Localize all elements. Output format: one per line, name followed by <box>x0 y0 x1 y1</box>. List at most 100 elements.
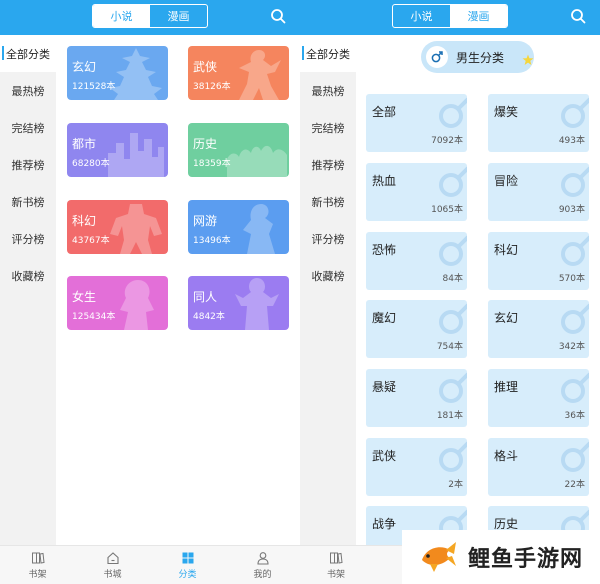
genre-name: 格斗 <box>494 449 519 463</box>
category-count: 18359本 <box>193 159 231 169</box>
genre-count: 22本 <box>564 480 585 490</box>
nav-bookshelf[interactable]: 书架 <box>300 546 372 584</box>
warrior-silhouette-icon <box>227 46 287 100</box>
rank-sidebar: 全部分类 最热榜 完结榜 推荐榜 新书榜 评分榜 收藏榜 <box>300 35 356 545</box>
category-card[interactable]: 女生 125434本 <box>67 276 168 330</box>
genre-count: 2本 <box>448 480 463 490</box>
category-card[interactable]: 武侠 38126本 <box>188 46 289 100</box>
category-count: 121528本 <box>72 82 116 92</box>
sidebar-item-new[interactable]: 新书榜 <box>300 183 356 220</box>
sidebar-item-finished[interactable]: 完结榜 <box>300 109 356 146</box>
genre-name: 爆笑 <box>494 105 519 119</box>
male-symbol-icon <box>439 372 467 403</box>
sidebar-item-recommended[interactable]: 推荐榜 <box>0 146 56 183</box>
gamer-silhouette-icon <box>227 200 287 254</box>
category-count: 68280本 <box>72 159 110 169</box>
sidebar-item-rating[interactable]: 评分榜 <box>300 220 356 257</box>
category-count: 4842本 <box>193 312 225 322</box>
male-symbol-icon <box>561 441 589 472</box>
nav-bookstore[interactable]: 书城 <box>75 546 150 584</box>
genre-card[interactable]: 冒险 903本 <box>488 163 589 221</box>
sidebar-item-favorites[interactable]: 收藏榜 <box>0 257 56 294</box>
category-card[interactable]: 网游 13496本 <box>188 200 289 254</box>
category-name: 女生 <box>72 290 97 304</box>
genre-card[interactable]: 格斗 22本 <box>488 438 589 496</box>
male-symbol-icon <box>561 372 589 403</box>
category-name: 玄幻 <box>72 60 97 74</box>
category-grid: 玄幻 121528本 武侠 38126本 都市 68280本 历史 18359本… <box>56 35 300 545</box>
category-card[interactable]: 玄幻 121528本 <box>67 46 168 100</box>
genre-card[interactable]: 推理 36本 <box>488 369 589 427</box>
sidebar-item-hot[interactable]: 最热榜 <box>0 72 56 109</box>
novel-category-screen: 小说 漫画 全部分类 最热榜 完结榜 推荐榜 新书榜 评分榜 收藏榜 玄幻 12… <box>0 0 300 584</box>
category-name: 科幻 <box>72 214 97 228</box>
city-skyline-icon <box>106 123 166 177</box>
genre-name: 玄幻 <box>494 311 519 325</box>
search-icon[interactable] <box>270 8 286 24</box>
genre-count: 754本 <box>436 342 463 352</box>
bookshelf-icon <box>330 552 343 564</box>
genre-card[interactable]: 玄幻 342本 <box>488 300 589 358</box>
category-name: 都市 <box>72 137 97 151</box>
genre-name: 恐怖 <box>372 243 397 257</box>
watermark-text: 鲤鱼手游网 <box>468 547 584 572</box>
genre-count: 181本 <box>436 411 463 421</box>
sidebar-item-finished[interactable]: 完结榜 <box>0 109 56 146</box>
carp-logo-icon <box>422 542 456 572</box>
genre-name: 冒险 <box>494 174 519 188</box>
nav-category[interactable]: 分类 <box>150 546 225 584</box>
category-card[interactable]: 同人 4842本 <box>188 276 289 330</box>
male-symbol-icon <box>561 303 589 334</box>
bookshelf-icon <box>31 552 45 564</box>
male-category-button[interactable]: 男生分类 <box>421 41 534 73</box>
genre-name: 科幻 <box>494 243 519 257</box>
nav-label: 书城 <box>103 569 122 580</box>
nav-label: 我的 <box>253 569 272 580</box>
category-name: 网游 <box>193 214 218 228</box>
genre-card[interactable]: 恐怖 84本 <box>366 232 467 290</box>
top-bar: 小说 漫画 <box>0 0 300 35</box>
category-card[interactable]: 都市 68280本 <box>67 123 168 177</box>
sidebar-item-new[interactable]: 新书榜 <box>0 183 56 220</box>
category-card[interactable]: 历史 18359本 <box>188 123 289 177</box>
genre-card[interactable]: 爆笑 493本 <box>488 94 589 152</box>
sidebar-item-all[interactable]: 全部分类 <box>0 35 56 72</box>
genre-card[interactable]: 热血 1065本 <box>366 163 467 221</box>
genre-card[interactable]: 武侠 2本 <box>366 438 467 496</box>
home-icon <box>106 551 119 564</box>
search-icon[interactable] <box>570 8 586 24</box>
genre-card[interactable]: 魔幻 754本 <box>366 300 467 358</box>
tab-comic[interactable]: 漫画 <box>150 5 207 27</box>
sidebar-item-favorites[interactable]: 收藏榜 <box>300 257 356 294</box>
tab-novel[interactable]: 小说 <box>393 5 450 27</box>
genre-card[interactable]: 科幻 570本 <box>488 232 589 290</box>
category-icon <box>182 552 193 563</box>
content-type-switch: 小说 漫画 <box>392 4 508 28</box>
male-symbol-icon <box>439 166 467 197</box>
category-count: 43767本 <box>72 236 110 246</box>
genre-count: 36本 <box>564 411 585 421</box>
sidebar-item-hot[interactable]: 最热榜 <box>300 72 356 109</box>
nav-label: 书架 <box>326 569 345 580</box>
genre-name: 悬疑 <box>372 380 397 394</box>
genre-card[interactable]: 全部 7092本 <box>366 94 467 152</box>
sidebar-item-rating[interactable]: 评分榜 <box>0 220 56 257</box>
sidebar-item-recommended[interactable]: 推荐榜 <box>300 146 356 183</box>
nav-label: 书架 <box>28 569 47 580</box>
sidebar-item-all[interactable]: 全部分类 <box>300 35 356 72</box>
tab-comic[interactable]: 漫画 <box>450 5 507 27</box>
category-count: 125434本 <box>72 312 116 322</box>
nav-bookshelf[interactable]: 书架 <box>0 546 75 584</box>
male-symbol-icon <box>561 166 589 197</box>
fan-art-silhouette-icon <box>227 276 287 330</box>
category-card[interactable]: 科幻 43767本 <box>67 200 168 254</box>
nav-profile[interactable]: 我的 <box>225 546 300 584</box>
genre-count: 903本 <box>558 205 585 215</box>
tab-novel[interactable]: 小说 <box>93 5 150 27</box>
site-watermark: 鲤鱼手游网 <box>402 530 600 584</box>
male-symbol-icon <box>439 235 467 266</box>
robot-silhouette-icon <box>106 200 166 254</box>
category-count: 38126本 <box>193 82 231 92</box>
genre-card[interactable]: 悬疑 181本 <box>366 369 467 427</box>
male-symbol-icon <box>439 97 467 128</box>
